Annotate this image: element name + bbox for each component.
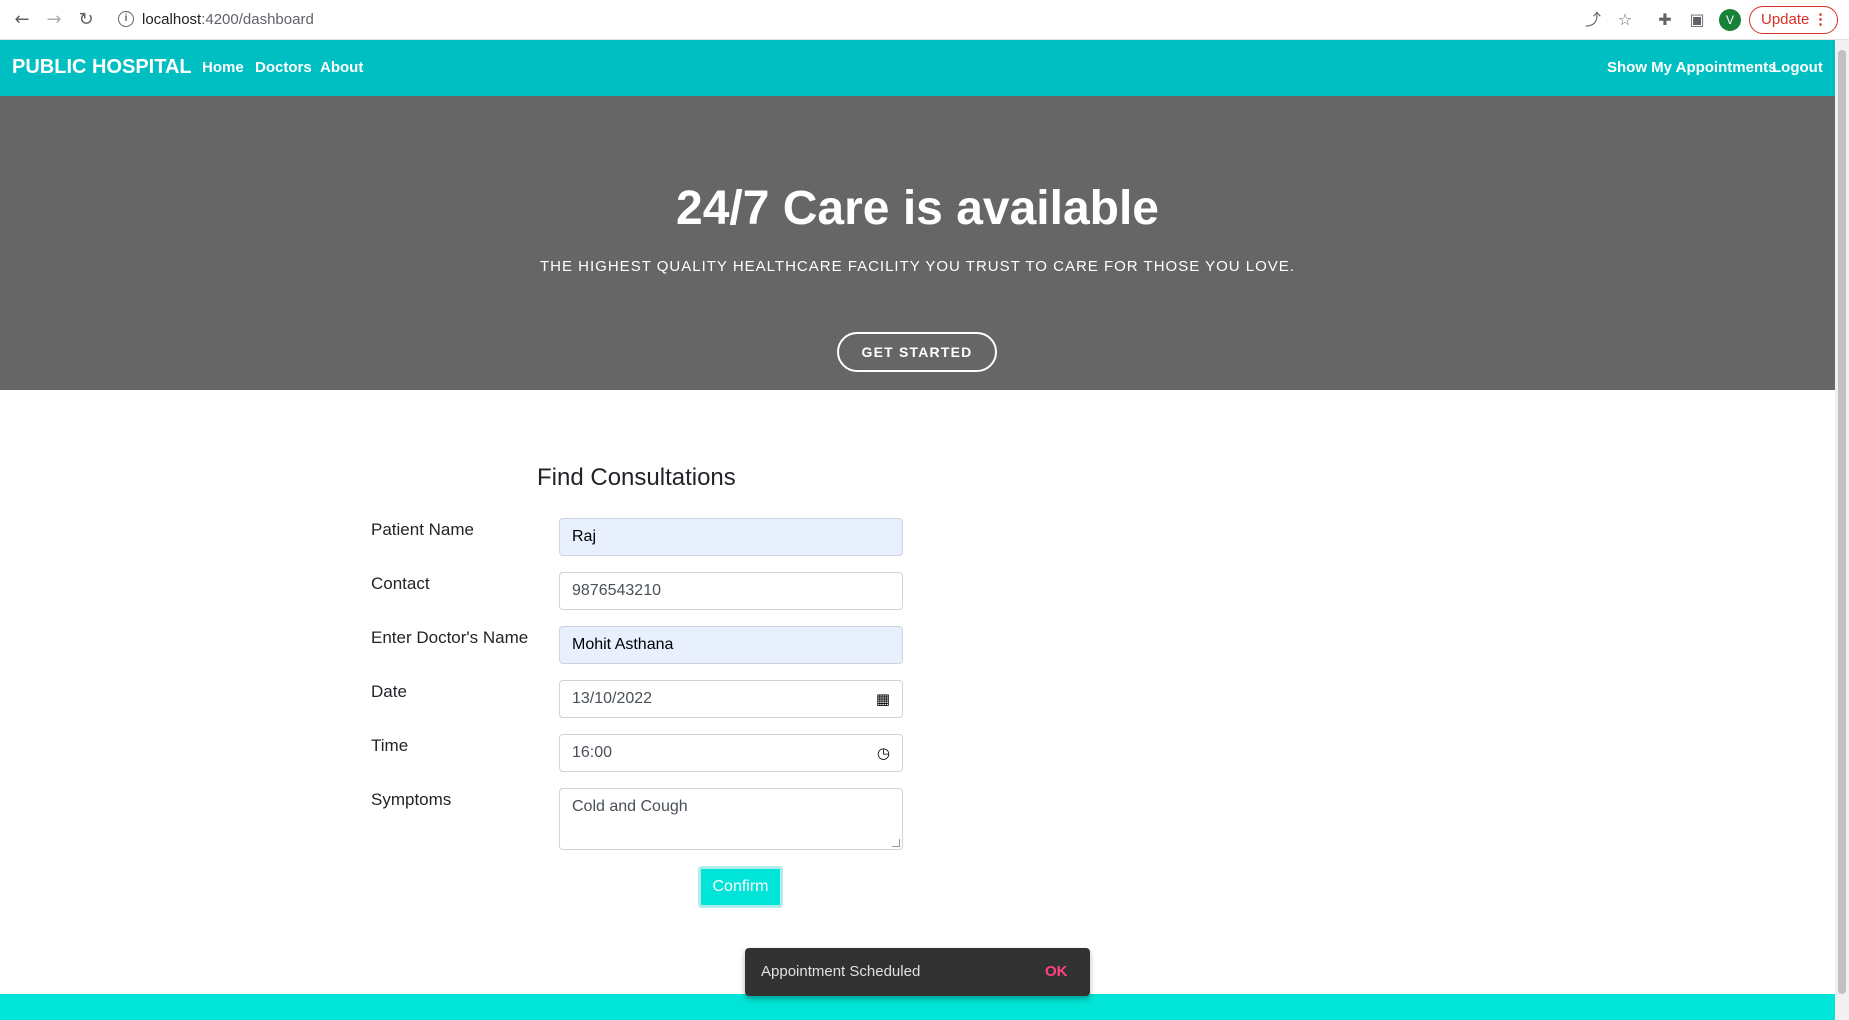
star-icon[interactable]: ☆: [1614, 9, 1636, 31]
doctor-name-input[interactable]: Mohit Asthana: [559, 626, 903, 664]
calendar-icon[interactable]: ▦: [876, 681, 890, 717]
nav-about[interactable]: About: [320, 59, 363, 76]
footer: [0, 994, 1835, 1020]
time-label: Time: [371, 736, 409, 755]
patient-name-input[interactable]: Raj: [559, 518, 903, 556]
scrollbar[interactable]: [1835, 40, 1849, 1020]
update-button[interactable]: Update ⋮: [1749, 6, 1838, 34]
nav-doctors[interactable]: Doctors: [255, 59, 312, 76]
symptoms-textarea[interactable]: Cold and Cough: [559, 788, 903, 850]
brand-logo[interactable]: PUBLIC HOSPITAL: [12, 56, 192, 79]
contact-label: Contact: [371, 574, 430, 593]
get-started-button[interactable]: GET STARTED: [837, 332, 997, 372]
snackbar: Appointment Scheduled: [745, 948, 1090, 996]
nav-show-my-appointments[interactable]: Show My Appointments: [1607, 59, 1776, 76]
date-input[interactable]: 13/10/2022 ▦: [559, 680, 903, 718]
share-icon[interactable]: ⤴: [1582, 9, 1604, 31]
time-input[interactable]: 16:00 ◷: [559, 734, 903, 772]
time-value: 16:00: [572, 744, 613, 761]
more-icon: ⋮: [1813, 11, 1828, 28]
back-icon[interactable]: ←: [10, 8, 34, 32]
confirm-button[interactable]: Confirm: [698, 866, 783, 908]
doctor-name-value: Mohit Asthana: [572, 636, 674, 653]
contact-value: 9876543210: [572, 582, 661, 599]
navbar: PUBLIC HOSPITAL Home Doctors About Show …: [0, 40, 1835, 96]
symptoms-value: Cold and Cough: [572, 798, 688, 815]
forward-icon[interactable]: →: [42, 8, 66, 32]
resize-handle-icon[interactable]: [892, 839, 900, 847]
browser-toolbar: ← → ↻ i localhost:4200/dashboard ⤴ ☆ ✚ ▣…: [0, 0, 1849, 40]
hero-subtitle: THE HIGHEST QUALITY HEALTHCARE FACILITY …: [540, 258, 1295, 275]
address-bar[interactable]: localhost:4200/dashboard: [142, 11, 314, 28]
site-info-icon[interactable]: i: [118, 11, 134, 27]
hero-banner: 24/7 Care is available THE HIGHEST QUALI…: [0, 96, 1835, 390]
symptoms-label: Symptoms: [371, 790, 452, 809]
url-path: :4200/dashboard: [201, 11, 314, 28]
hero-title: 24/7 Care is available: [676, 182, 1159, 235]
snackbar-message: Appointment Scheduled: [761, 963, 921, 980]
patient-name-label: Patient Name: [371, 520, 474, 539]
reload-icon[interactable]: ↻: [74, 8, 98, 32]
side-panel-icon[interactable]: ▣: [1686, 9, 1708, 31]
form-title: Find Consultations: [537, 464, 736, 491]
scrollbar-thumb[interactable]: [1838, 50, 1846, 994]
contact-input[interactable]: 9876543210: [559, 572, 903, 610]
nav-home[interactable]: Home: [202, 59, 244, 76]
nav-logout[interactable]: Logout: [1772, 59, 1823, 76]
update-label: Update: [1761, 11, 1810, 28]
patient-name-value: Raj: [572, 528, 597, 545]
avatar[interactable]: V: [1719, 9, 1741, 31]
snackbar-ok-button[interactable]: OK: [1045, 963, 1068, 980]
doctor-name-label: Enter Doctor's Name: [371, 628, 529, 647]
clock-icon[interactable]: ◷: [877, 735, 890, 771]
extensions-icon[interactable]: ✚: [1654, 9, 1676, 31]
url-host: localhost: [142, 11, 202, 28]
date-value: 13/10/2022: [572, 690, 653, 707]
date-label: Date: [371, 682, 407, 701]
